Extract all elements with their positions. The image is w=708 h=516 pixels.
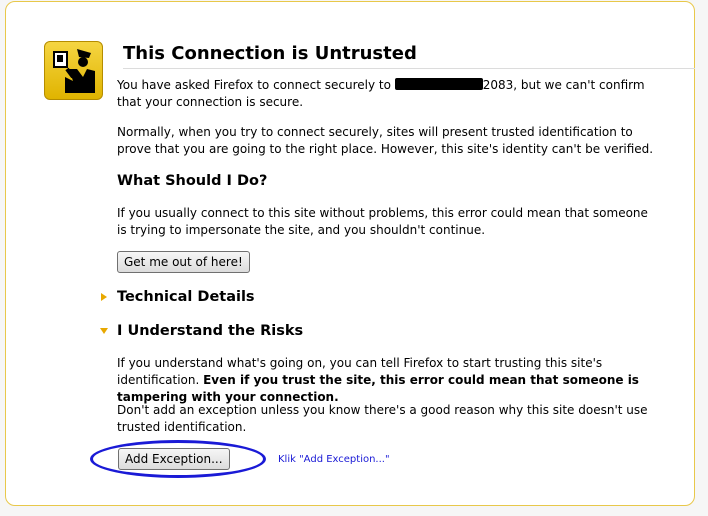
intro-port: 2083: [482, 78, 514, 92]
what-should-i-do-heading: What Should I Do?: [117, 173, 268, 189]
page-title: This Connection is Untrusted: [123, 42, 695, 69]
police-officer-id-icon: [44, 41, 103, 100]
understand-risks-heading[interactable]: I Understand the Risks: [117, 323, 303, 339]
intro-paragraph: You have asked Firefox to connect secure…: [117, 77, 657, 111]
risks-paragraph: If you understand what's going on, you c…: [117, 355, 657, 406]
what-should-i-do-text: If you usually connect to this site with…: [117, 206, 648, 237]
triangle-right-icon[interactable]: [101, 293, 107, 301]
get-me-out-button[interactable]: Get me out of here!: [117, 251, 250, 273]
normal-explanation-text: Normally, when you try to connect secure…: [117, 125, 654, 156]
technical-details-heading[interactable]: Technical Details: [117, 289, 255, 305]
redacted-hostname: [394, 78, 483, 90]
triangle-down-icon[interactable]: [100, 328, 108, 334]
annotation-highlight-ellipse: [90, 440, 266, 478]
annotation-note: Klik "Add Exception...": [278, 454, 390, 465]
intro-text-start: You have asked Firefox to connect secure…: [117, 78, 395, 92]
exception-warning-text: Don't add an exception unless you know t…: [117, 403, 648, 434]
